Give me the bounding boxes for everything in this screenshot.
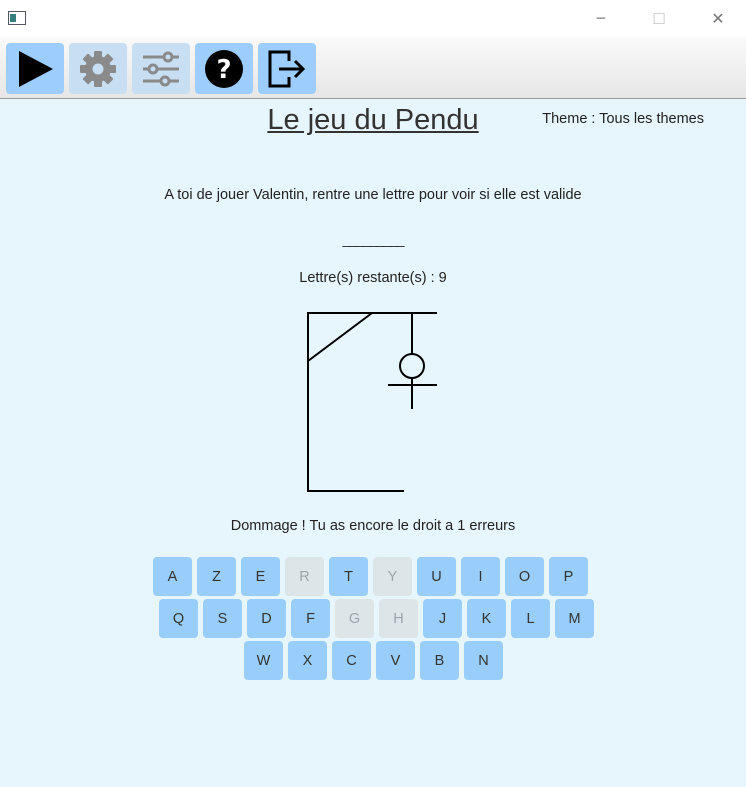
maximize-button[interactable]: ☐ bbox=[636, 0, 682, 37]
key-j[interactable]: J bbox=[423, 599, 462, 638]
settings-button[interactable] bbox=[69, 43, 127, 94]
key-t[interactable]: T bbox=[329, 557, 368, 596]
close-button[interactable]: ✕ bbox=[695, 0, 741, 37]
key-c[interactable]: C bbox=[332, 641, 371, 680]
key-q[interactable]: Q bbox=[159, 599, 198, 638]
key-a[interactable]: A bbox=[153, 557, 192, 596]
maximize-icon: ☐ bbox=[652, 9, 666, 28]
key-n[interactable]: N bbox=[464, 641, 503, 680]
play-icon bbox=[19, 50, 53, 87]
key-f[interactable]: F bbox=[291, 599, 330, 638]
key-l[interactable]: L bbox=[511, 599, 550, 638]
preferences-button[interactable] bbox=[132, 43, 190, 94]
key-w[interactable]: W bbox=[244, 641, 283, 680]
key-p[interactable]: P bbox=[549, 557, 588, 596]
theme-label: Theme : Tous les themes bbox=[542, 111, 704, 127]
exit-button[interactable] bbox=[258, 43, 316, 94]
key-v[interactable]: V bbox=[376, 641, 415, 680]
key-y: Y bbox=[373, 557, 412, 596]
hidden-word: _________ bbox=[342, 231, 404, 247]
instructions-text: A toi de jouer Valentin, rentre une lett… bbox=[164, 187, 582, 203]
help-icon: ? bbox=[205, 49, 243, 88]
play-button[interactable] bbox=[6, 43, 64, 94]
sliders-icon bbox=[143, 51, 179, 86]
key-b[interactable]: B bbox=[420, 641, 459, 680]
key-z[interactable]: Z bbox=[197, 557, 236, 596]
title-bar: ─ ☐ ✕ bbox=[0, 0, 746, 37]
key-o[interactable]: O bbox=[505, 557, 544, 596]
key-d[interactable]: D bbox=[247, 599, 286, 638]
key-g: G bbox=[335, 599, 374, 638]
key-s[interactable]: S bbox=[203, 599, 242, 638]
svg-text:?: ? bbox=[216, 55, 231, 85]
key-r: R bbox=[285, 557, 324, 596]
hangman-head bbox=[399, 353, 425, 379]
help-button[interactable]: ? bbox=[195, 43, 253, 94]
minimize-icon: ─ bbox=[596, 10, 606, 27]
hangman-drawing bbox=[307, 312, 437, 492]
key-e[interactable]: E bbox=[241, 557, 280, 596]
gallows-brace bbox=[307, 312, 373, 362]
key-m[interactable]: M bbox=[555, 599, 594, 638]
toolbar: ? bbox=[0, 37, 746, 99]
gear-icon bbox=[80, 50, 116, 87]
remaining-letters: Lettre(s) restante(s) : 9 bbox=[299, 270, 447, 286]
key-h: H bbox=[379, 599, 418, 638]
app-window-icon bbox=[8, 11, 26, 25]
key-i[interactable]: I bbox=[461, 557, 500, 596]
status-message: Dommage ! Tu as encore le droit a 1 erre… bbox=[230, 518, 516, 534]
exit-icon bbox=[268, 50, 306, 87]
minimize-button[interactable]: ─ bbox=[578, 0, 624, 37]
key-k[interactable]: K bbox=[467, 599, 506, 638]
close-icon: ✕ bbox=[711, 9, 725, 28]
key-x[interactable]: X bbox=[288, 641, 327, 680]
key-u[interactable]: U bbox=[417, 557, 456, 596]
